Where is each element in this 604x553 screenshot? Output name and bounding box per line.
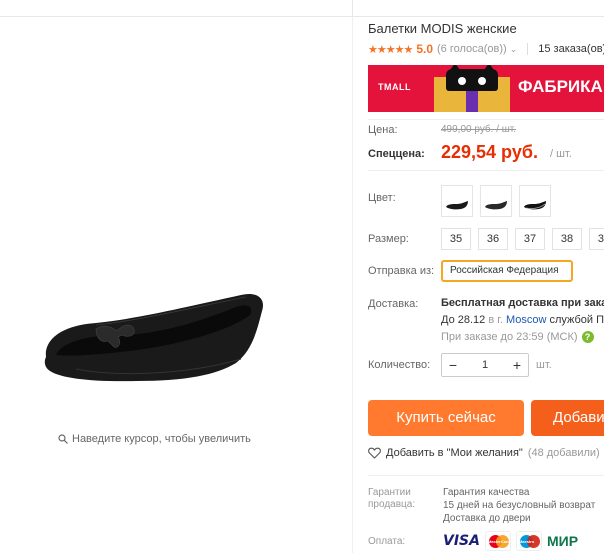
rating-value: 5.0 [416,42,433,56]
search-icon [58,434,68,444]
mastercard-logo: MasterCard [484,531,511,551]
delivery-in-city: в г. [488,314,503,326]
wishlist-row[interactable]: Добавить в "Мои желания" (48 добавили) ⌄ [368,445,604,461]
size-label: Размер: [368,233,409,245]
payment-label: Оплата: [368,536,406,547]
delivery-city-link[interactable]: Moscow [506,314,546,326]
pane-divider [352,17,353,553]
product-title: Балетки MODIS женские [368,21,517,36]
visa-logo: VISA [443,533,480,549]
chevron-down-icon[interactable]: ⌄ [510,44,518,55]
ship-from-option[interactable]: Российская Федерация [441,260,573,282]
quantity-input[interactable]: 1 [464,359,506,371]
special-price-label: Спеццена: [368,148,425,160]
rating-stars: ★★★★★ [368,43,413,56]
old-price: 499,00 руб. / шт. [441,124,517,135]
zoom-hint-text: Наведите курсор, чтобы увеличить [72,433,251,445]
delivery-title: Бесплатная доставка при заказе [441,297,604,309]
divider [527,43,529,55]
promo-banner[interactable]: TMALL ФАБРИКА [368,65,604,112]
delivery-deadline: При заказе до 23:59 (МСК) [441,331,578,343]
size-option-39[interactable]: 39 [589,228,604,250]
quantity-plus-button[interactable]: + [506,354,528,376]
top-border [0,0,604,17]
delivery-service: службой Почта [549,314,604,326]
heart-icon [368,447,381,459]
price-label: Цена: [368,124,398,136]
color-label: Цвет: [368,192,396,204]
mir-logo: МИР [546,533,579,549]
banner-promo-text: ФАБРИКА [518,77,603,96]
shoe-thumbnail-icon [485,201,507,210]
quantity-unit: шт. [536,359,552,371]
guarantee-label-line: продавца: [368,499,416,510]
add-to-cart-button[interactable]: Добавить в корзину [531,400,604,436]
guarantee-quality: Гарантия качества [443,487,530,498]
tmall-cat-icon [446,65,498,91]
special-price: 229,54 руб. [441,142,538,162]
wishlist-count: (48 добавили) [527,447,600,459]
color-option-1[interactable] [441,185,473,217]
divider [368,170,604,171]
size-option-37[interactable]: 37 [515,228,545,250]
product-image-pane[interactable]: Наведите курсор, чтобы увеличить [0,17,352,553]
shoe-thumbnail-icon [446,201,468,210]
votes-link[interactable]: (6 голоса(ов)) [437,43,507,55]
price-unit: / шт. [550,148,572,160]
buy-now-button[interactable]: Купить сейчас [368,400,524,436]
quantity-minus-button[interactable]: − [442,354,464,376]
size-option-38[interactable]: 38 [552,228,582,250]
size-option-36[interactable]: 36 [478,228,508,250]
divider [368,475,604,476]
wishlist-link[interactable]: Добавить в "Мои желания" [386,447,523,459]
seller-guarantee-label: Гарантии продавца: [368,487,415,511]
payment-methods: VISA MasterCard Maestro МИР [443,530,578,552]
orders-count: 15 заказа(ов) [538,43,604,55]
tmall-logo: TMALL [378,82,411,92]
quantity-stepper: − 1 + [441,353,529,377]
quantity-label: Количество: [368,359,431,371]
delivery-deadline-row: При заказе до 23:59 (МСК) ? [441,331,594,343]
guarantee-delivery: Доставка до двери [443,513,531,524]
product-image[interactable] [36,285,272,391]
guarantee-return: 15 дней на безусловный возврат [443,500,596,511]
ballet-flat-image [44,293,264,382]
delivery-label: Доставка: [368,298,419,310]
color-option-3[interactable] [519,185,551,217]
product-info: Балетки MODIS женские ★★★★★ 5.0 (6 голос… [368,17,604,553]
divider [368,119,604,120]
question-icon[interactable]: ? [581,331,594,343]
ship-from-label: Отправка из: [368,265,435,277]
delivery-date: До 28.12 [441,314,486,326]
shoe-thumbnail-icon [524,201,546,210]
delivery-estimate: До 28.12 в г. Moscow службой Почта [441,314,604,326]
zoom-hint: Наведите курсор, чтобы увеличить [58,433,251,445]
color-option-2[interactable] [480,185,512,217]
seller-guarantees: Гарантия качества 15 дней на безусловный… [443,486,595,525]
size-option-35[interactable]: 35 [441,228,471,250]
guarantee-label-line: Гарантии [368,487,411,498]
maestro-logo: Maestro [515,531,542,551]
rating-row: ★★★★★ 5.0 (6 голоса(ов)) ⌄ 15 заказа(ов) [368,41,604,57]
